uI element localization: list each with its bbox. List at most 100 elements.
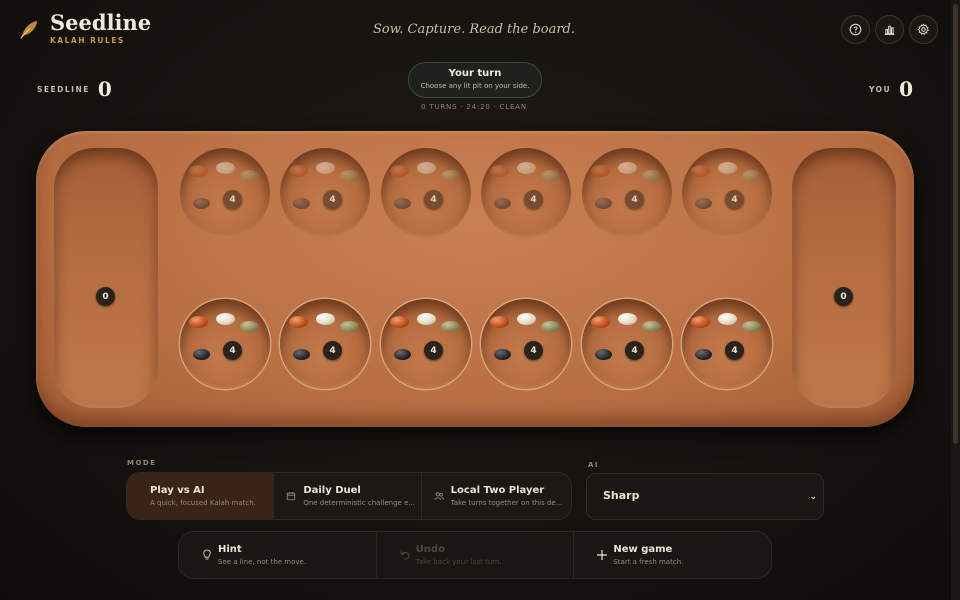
page-scrollbar[interactable] (951, 0, 960, 600)
pit-count: 4 (524, 190, 543, 209)
header-actions (841, 15, 938, 44)
seed-olive (340, 170, 359, 181)
mode-local-two-player-desc: Take turns together on this de... (450, 499, 563, 507)
pit-count: 4 (625, 341, 644, 360)
seed-black (494, 349, 511, 360)
seed-white (216, 313, 235, 325)
undo-title: Undo (415, 544, 445, 555)
seed-white (216, 162, 235, 174)
turn-title: Your turn (448, 68, 502, 79)
pit-count: 4 (323, 190, 342, 209)
seed-black (494, 198, 511, 209)
seed-olive (240, 321, 259, 332)
turn-meta: 0 TURNS · 24:20 · CLEAN (421, 103, 527, 111)
seed-red (390, 316, 409, 328)
bar-chart-icon (884, 25, 895, 35)
brand-subtitle: KALAH RULES (50, 36, 125, 45)
seed-black (394, 198, 411, 209)
player-score-value: 0 (899, 77, 913, 101)
ai-difficulty-value: Sharp (603, 489, 640, 502)
seed-olive (441, 170, 460, 181)
mode-label: MODE (127, 459, 157, 467)
seed-white (718, 313, 737, 325)
seed-red (591, 165, 610, 177)
seed-white (417, 162, 436, 174)
mode-play-vs-ai-desc: A quick, focused Kalah match. (150, 499, 256, 507)
lightbulb-icon (203, 549, 211, 560)
seed-white (316, 162, 335, 174)
seed-olive (742, 321, 761, 332)
seed-black (595, 198, 612, 209)
player-pit-3[interactable]: 4 (381, 299, 471, 389)
undo-button[interactable]: Undo Take back your last turn. (377, 532, 575, 578)
scrollbar-thumb[interactable] (953, 4, 958, 444)
turn-subtitle: Choose any lit pit on your side. (420, 82, 530, 90)
stats-button[interactable] (875, 15, 904, 44)
mode-daily-duel-title: Daily Duel (303, 485, 361, 496)
users-icon (434, 492, 444, 500)
new-game-title: New game (613, 544, 673, 555)
mode-play-vs-ai[interactable]: Play vs AI A quick, focused Kalah match. (127, 473, 275, 519)
seed-white (316, 313, 335, 325)
mode-local-two-player-title: Local Two Player (450, 485, 545, 496)
seed-red (691, 316, 710, 328)
tagline: Sow. Capture. Read the board. (372, 22, 576, 37)
seed-olive (742, 170, 761, 181)
pit-count: 4 (223, 341, 242, 360)
seed-white (618, 162, 637, 174)
pit-count: 4 (625, 190, 644, 209)
opponent-store: 0 (54, 148, 158, 408)
ai-difficulty-select[interactable]: Sharp ⌄ (586, 473, 824, 520)
pit-count: 4 (524, 341, 543, 360)
seed-black (394, 349, 411, 360)
opponent-pit-3: 4 (381, 148, 471, 238)
seed-black (695, 349, 712, 360)
seed-black (293, 349, 310, 360)
mode-play-vs-ai-title: Play vs AI (150, 485, 205, 496)
mode-local-two-player[interactable]: Local Two Player Take turns together on … (422, 473, 571, 519)
player-pit-6[interactable]: 4 (682, 299, 772, 389)
turn-indicator: Your turn Choose any lit pit on your sid… (408, 62, 542, 98)
opponent-pit-2: 4 (280, 148, 370, 238)
opponent-score-value: 0 (97, 77, 112, 101)
player-pit-5[interactable]: 4 (582, 299, 672, 389)
player-pit-2[interactable]: 4 (280, 299, 370, 389)
player-score: YOU 0 (869, 77, 913, 101)
seed-black (193, 349, 210, 360)
seed-olive (642, 170, 661, 181)
seed-black (695, 198, 712, 209)
ai-label: AI (588, 461, 600, 469)
seed-red (591, 316, 610, 328)
opponent-score-label: SEEDLINE (37, 84, 90, 94)
seed-white (517, 162, 536, 174)
player-store-count: 0 (834, 287, 853, 306)
new-game-desc: Start a fresh match. (613, 558, 684, 566)
pit-count: 4 (424, 190, 443, 209)
hint-title: Hint (218, 544, 242, 555)
player-pit-4[interactable]: 4 (481, 299, 571, 389)
hint-desc: See a line, not the move. (218, 558, 307, 566)
seed-olive (541, 170, 560, 181)
pit-count: 4 (223, 190, 242, 209)
help-button[interactable] (841, 15, 870, 44)
pit-count: 4 (424, 341, 443, 360)
opponent-score: SEEDLINE 0 (37, 77, 112, 101)
seed-black (193, 198, 210, 209)
seed-black (595, 349, 612, 360)
seed-red (390, 165, 409, 177)
opponent-pit-6: 4 (682, 148, 772, 238)
chevron-down-icon: ⌄ (809, 492, 817, 502)
seed-red (691, 165, 710, 177)
opponent-store-count: 0 (96, 287, 115, 306)
plus-icon (597, 550, 608, 560)
undo-desc: Take back your last turn. (415, 558, 502, 566)
pit-count: 4 (725, 341, 744, 360)
new-game-button[interactable]: New game Start a fresh match. (574, 532, 771, 578)
seed-red (490, 165, 509, 177)
hint-button[interactable]: Hint See a line, not the move. (179, 532, 377, 578)
undo-icon (399, 551, 410, 560)
player-pit-1[interactable]: 4 (180, 299, 270, 389)
pit-count: 4 (725, 190, 744, 209)
settings-button[interactable] (909, 15, 938, 44)
mode-daily-duel[interactable]: Daily Duel One deterministic challenge e… (274, 473, 422, 519)
